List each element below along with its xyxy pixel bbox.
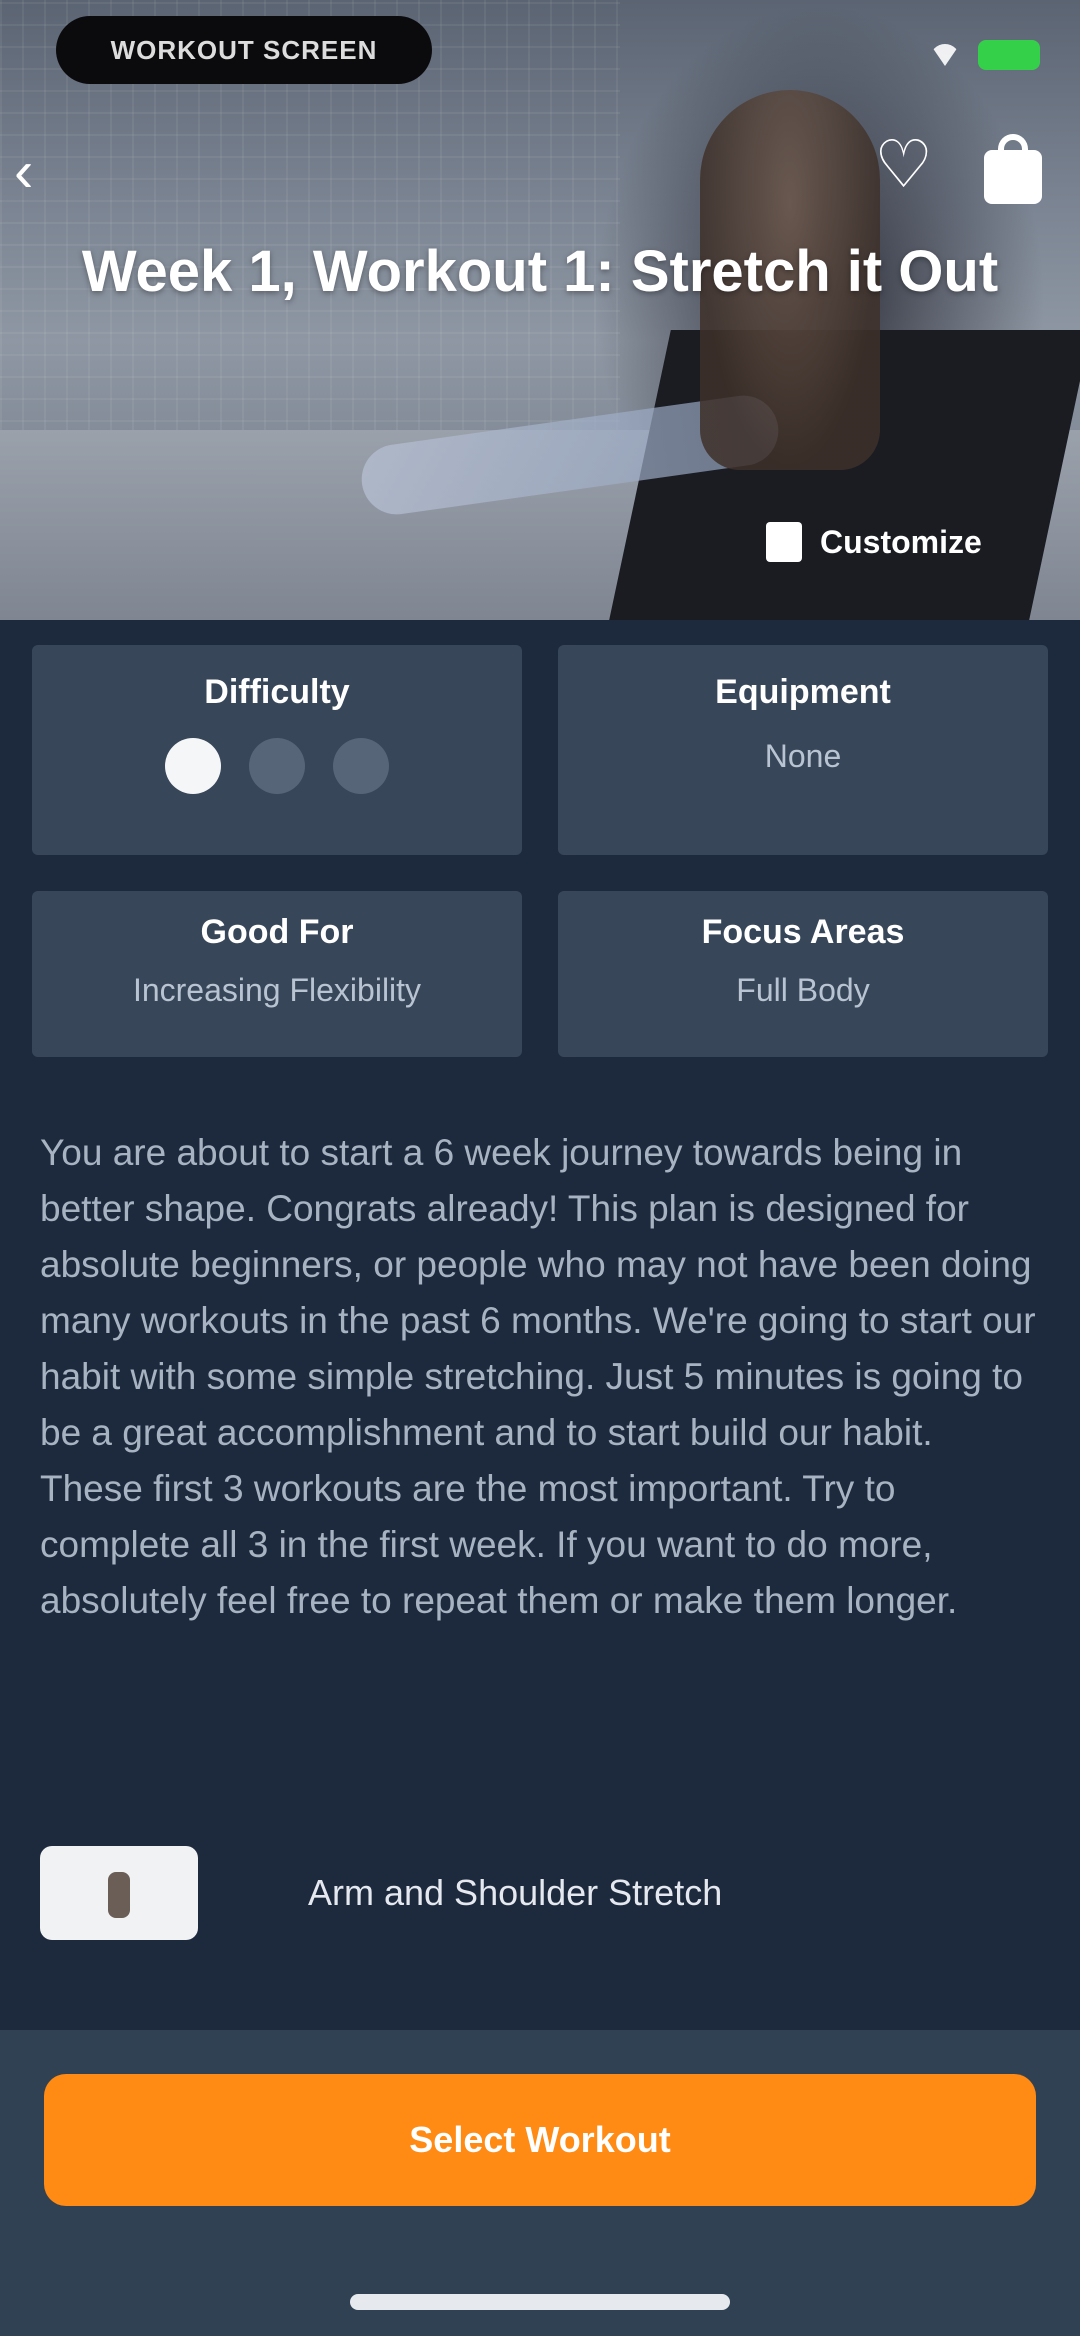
heart-icon[interactable]: ♡	[874, 131, 942, 197]
difficulty-rating	[32, 738, 522, 794]
equipment-value: None	[764, 738, 842, 774]
exercise-item[interactable]: Arm and Shoulder Stretch	[40, 1846, 722, 1940]
focus-areas-value: Full Body	[736, 972, 870, 1008]
status-icons	[930, 40, 1040, 70]
equipment-label: Equipment	[715, 673, 891, 711]
workout-description: You are about to start a 6 week journey …	[40, 1132, 1036, 1621]
exercise-name: Arm and Shoulder Stretch	[308, 1872, 723, 1913]
focus-areas-card: Focus Areas Full Body	[558, 891, 1048, 1057]
bag-icon[interactable]	[984, 134, 1042, 204]
difficulty-card: Difficulty	[32, 645, 522, 855]
difficulty-dot	[249, 738, 305, 794]
customize-button[interactable]: Customize	[766, 522, 982, 562]
good-for-card: Good For Increasing Flexibility	[32, 891, 522, 1057]
difficulty-label: Difficulty	[204, 673, 350, 711]
good-for-value: Increasing Flexibility	[132, 972, 422, 1008]
exercise-thumbnail	[40, 1846, 198, 1940]
back-icon[interactable]: ‹	[14, 142, 62, 202]
difficulty-dot	[165, 738, 221, 794]
select-workout-button[interactable]: Select Workout	[44, 2074, 1036, 2206]
focus-areas-label: Focus Areas	[701, 913, 905, 951]
good-for-label: Good For	[200, 913, 354, 951]
equipment-card: Equipment None	[558, 645, 1048, 855]
page-title: Week 1, Workout 1: Stretch it Out	[81, 239, 999, 304]
customize-icon	[766, 522, 802, 562]
customize-label: Customize	[820, 523, 982, 560]
battery-icon	[978, 40, 1040, 70]
difficulty-dot	[333, 738, 389, 794]
wifi-icon	[930, 44, 960, 66]
status-pill: WORKOUT SCREEN	[56, 16, 432, 84]
home-indicator	[350, 2294, 730, 2310]
